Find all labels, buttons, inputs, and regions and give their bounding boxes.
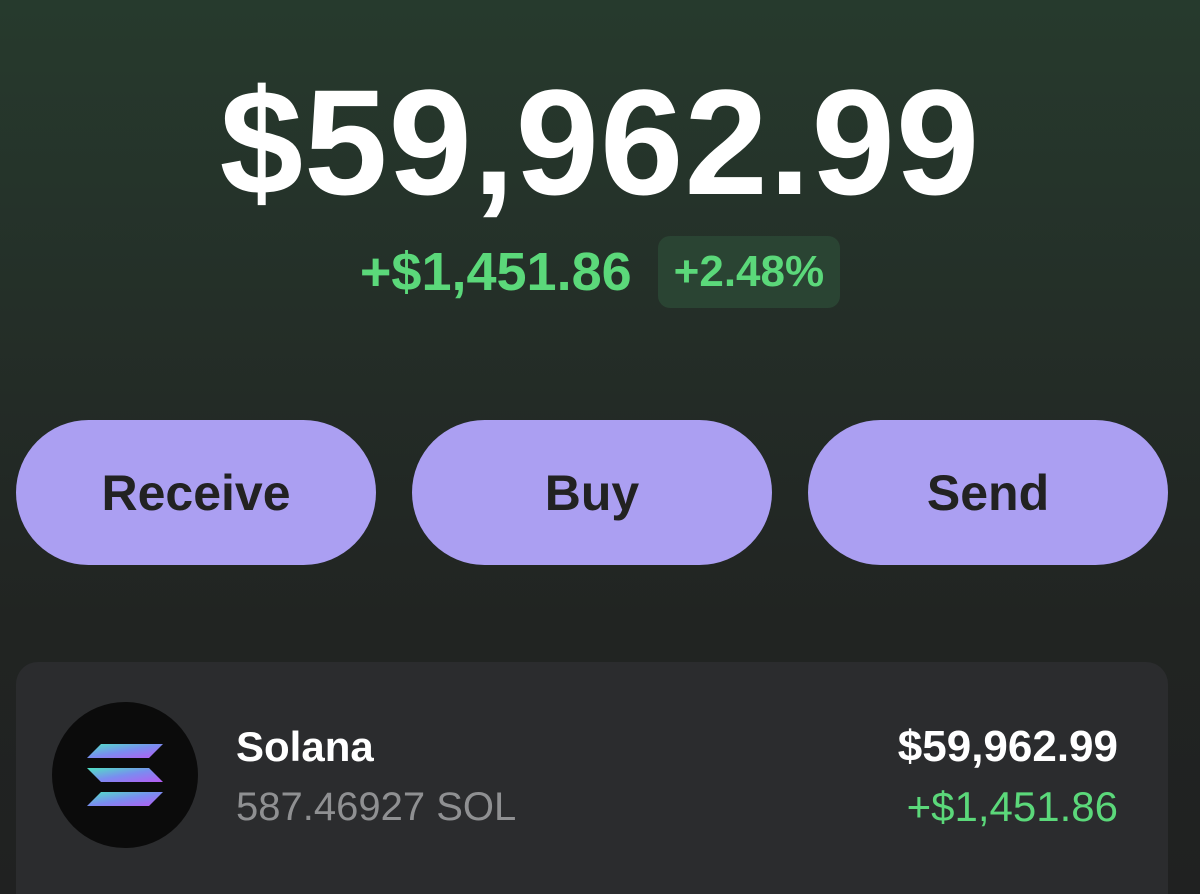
token-row-solana[interactable]: Solana 587.46927 SOL $59,962.99 +$1,451.… — [16, 662, 1168, 894]
token-change: +$1,451.86 — [906, 783, 1118, 830]
receive-button[interactable]: Receive — [16, 420, 376, 565]
buy-button[interactable]: Buy — [412, 420, 772, 565]
token-quantity: 587.46927 SOL — [236, 785, 517, 829]
token-value: $59,962.99 — [897, 722, 1118, 771]
portfolio-change-amount: +$1,451.86 — [359, 242, 632, 302]
solana-logo-icon — [52, 702, 198, 848]
send-button[interactable]: Send — [808, 420, 1168, 565]
portfolio-change-percent-badge: +2.48% — [657, 236, 841, 308]
action-buttons: Receive Buy Send — [16, 420, 1168, 565]
portfolio-change-row: +$1,451.86 +2.48% — [0, 236, 1200, 308]
token-name: Solana — [236, 723, 374, 770]
portfolio-balance: $59,962.99 — [219, 58, 981, 226]
